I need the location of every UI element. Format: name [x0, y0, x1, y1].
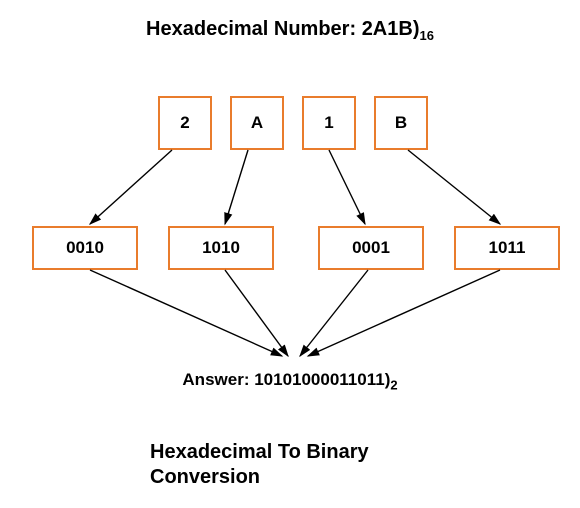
diagram-caption: Hexadecimal To Binary Conversion — [150, 440, 450, 490]
hex-digit-box-0: 2 — [158, 96, 212, 150]
binary-box-0: 0010 — [32, 226, 138, 270]
hex-digit-1: A — [251, 113, 263, 133]
binary-box-3: 1011 — [454, 226, 560, 270]
binary-box-2: 0001 — [318, 226, 424, 270]
title-value: 2A1B) — [362, 18, 420, 40]
hex-digit-box-1: A — [230, 96, 284, 150]
hex-digit-2: 1 — [324, 113, 333, 133]
answer-prefix: Answer: — [182, 370, 254, 389]
binary-value-0: 0010 — [66, 238, 104, 258]
hex-digit-box-3: B — [374, 96, 428, 150]
answer-subscript: 2 — [390, 377, 397, 392]
caption-line-2: Conversion — [150, 465, 450, 490]
binary-value-3: 1011 — [489, 238, 526, 258]
binary-value-2: 0001 — [352, 238, 390, 258]
binary-value-1: 1010 — [202, 238, 240, 258]
binary-box-1: 1010 — [168, 226, 274, 270]
title-prefix: Hexadecimal Number: — [146, 18, 362, 40]
hex-digit-box-2: 1 — [302, 96, 356, 150]
diagram-title: Hexadecimal Number: 2A1B)16 — [0, 18, 580, 43]
caption-line-1: Hexadecimal To Binary — [150, 440, 450, 465]
answer-line: Answer: 10101000011011)2 — [0, 370, 580, 392]
hex-digit-3: B — [395, 113, 407, 133]
answer-value: 10101000011011) — [254, 370, 390, 389]
hex-digit-0: 2 — [180, 113, 189, 133]
title-subscript: 16 — [419, 28, 433, 43]
